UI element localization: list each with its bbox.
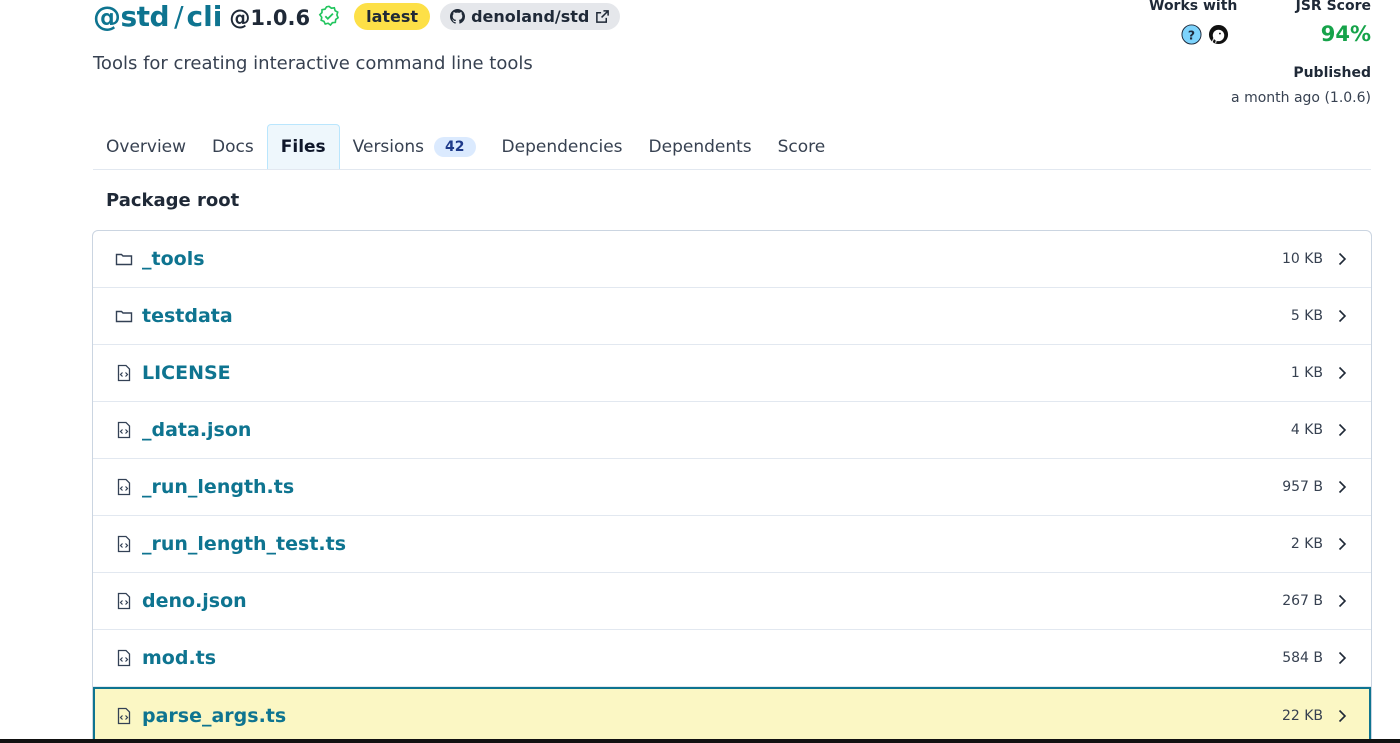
repo-name: denoland/std <box>471 6 590 26</box>
package-title: @std / cli @1.0.6 latest denoland/std <box>93 0 621 33</box>
file-row-testdata[interactable]: testdata 5 KB <box>93 288 1371 345</box>
tab-dependents[interactable]: Dependents <box>636 124 765 169</box>
tab-label: Overview <box>106 136 187 157</box>
package-meta: Works with ? JSR Score 94% Published a m… <box>1141 0 1371 110</box>
file-size: 5 KB <box>1290 308 1323 324</box>
jsr-score-value[interactable]: 94% <box>1321 22 1371 46</box>
package-scope-link[interactable]: @std <box>93 0 170 33</box>
file-row-data-json[interactable]: _data.json 4 KB <box>93 402 1371 459</box>
external-link-icon <box>595 9 610 24</box>
file-code-icon <box>115 649 133 667</box>
file-code-icon <box>115 364 133 382</box>
runtime-unknown-icon[interactable]: ? <box>1181 24 1202 45</box>
file-name[interactable]: deno.json <box>142 590 247 612</box>
file-code-icon <box>115 707 133 725</box>
chevron-right-icon <box>1335 480 1349 494</box>
github-icon <box>450 8 466 24</box>
file-name[interactable]: testdata <box>142 305 233 327</box>
tab-files[interactable]: Files <box>266 124 340 169</box>
section-title: Package root <box>106 190 240 211</box>
file-name[interactable]: LICENSE <box>142 362 231 384</box>
published-label: Published <box>1293 65 1371 81</box>
file-name[interactable]: _tools <box>142 248 205 270</box>
tab-label: Dependencies <box>501 136 623 157</box>
tab-score[interactable]: Score <box>765 124 839 169</box>
file-size: 4 KB <box>1290 422 1323 438</box>
tab-label: Docs <box>212 136 254 157</box>
works-with-label: Works with <box>1149 0 1238 14</box>
tab-label: Files <box>280 137 326 157</box>
tab-dependencies[interactable]: Dependencies <box>489 124 636 169</box>
file-name[interactable]: parse_args.ts <box>142 705 286 727</box>
file-size: 267 B <box>1282 593 1323 609</box>
file-row-tools[interactable]: _tools 10 KB <box>93 231 1371 288</box>
versions-count-badge: 42 <box>434 136 476 157</box>
file-code-icon <box>115 535 133 553</box>
file-size: 2 KB <box>1290 536 1323 552</box>
file-row-parse-args[interactable]: parse_args.ts 22 KB <box>93 687 1371 743</box>
package-name-link[interactable]: cli <box>187 0 223 33</box>
chevron-right-icon <box>1335 594 1349 608</box>
package-tabs: Overview Docs Files Versions 42 Dependenc… <box>93 124 1371 170</box>
file-name[interactable]: mod.ts <box>142 647 216 669</box>
file-row-run-length-test[interactable]: _run_length_test.ts 2 KB <box>93 516 1371 573</box>
deno-icon[interactable] <box>1208 24 1229 45</box>
chevron-right-icon <box>1335 309 1349 323</box>
file-row-run-length[interactable]: _run_length.ts 957 B <box>93 459 1371 516</box>
tab-versions[interactable]: Versions 42 <box>340 124 489 169</box>
tab-label: Dependents <box>648 136 752 157</box>
file-size: 584 B <box>1282 650 1323 666</box>
chevron-right-icon <box>1335 537 1349 551</box>
file-row-license[interactable]: LICENSE 1 KB <box>93 345 1371 402</box>
latest-badge: latest <box>354 2 431 30</box>
file-code-icon <box>115 478 133 496</box>
svg-text:?: ? <box>1188 27 1195 42</box>
file-row-mod-ts[interactable]: mod.ts 584 B <box>93 630 1371 687</box>
repo-link[interactable]: denoland/std <box>440 2 621 30</box>
jsr-score-label: JSR Score <box>1295 0 1371 14</box>
chevron-right-icon <box>1335 252 1349 266</box>
works-with-icons: ? <box>1181 24 1229 45</box>
chevron-right-icon <box>1335 366 1349 380</box>
file-size: 10 KB <box>1281 251 1323 267</box>
package-description: Tools for creating interactive command l… <box>93 53 533 74</box>
file-size: 1 KB <box>1290 365 1323 381</box>
chevron-right-icon <box>1335 423 1349 437</box>
chevron-right-icon <box>1335 651 1349 665</box>
file-size: 22 KB <box>1281 707 1323 724</box>
file-name[interactable]: _run_length.ts <box>142 476 294 498</box>
folder-icon <box>115 250 133 268</box>
file-list: _tools 10 KB testdata 5 KB LICENSE 1 KB … <box>92 230 1372 743</box>
tab-overview[interactable]: Overview <box>93 124 199 169</box>
file-name[interactable]: _data.json <box>142 419 251 441</box>
title-slash: / <box>174 0 184 33</box>
file-code-icon <box>115 592 133 610</box>
package-version: @1.0.6 <box>229 6 311 30</box>
tab-docs[interactable]: Docs <box>199 124 267 169</box>
file-code-icon <box>115 421 133 439</box>
verified-check-icon <box>318 5 340 27</box>
file-size: 957 B <box>1282 479 1323 495</box>
chevron-right-icon <box>1335 709 1349 723</box>
window-bottom-edge <box>0 739 1400 743</box>
file-row-deno-json[interactable]: deno.json 267 B <box>93 573 1371 630</box>
tab-label: Versions <box>352 136 425 157</box>
tab-label: Score <box>777 136 826 157</box>
published-value: a month ago (1.0.6) <box>1231 90 1371 106</box>
folder-icon <box>115 307 133 325</box>
file-name[interactable]: _run_length_test.ts <box>142 533 346 555</box>
